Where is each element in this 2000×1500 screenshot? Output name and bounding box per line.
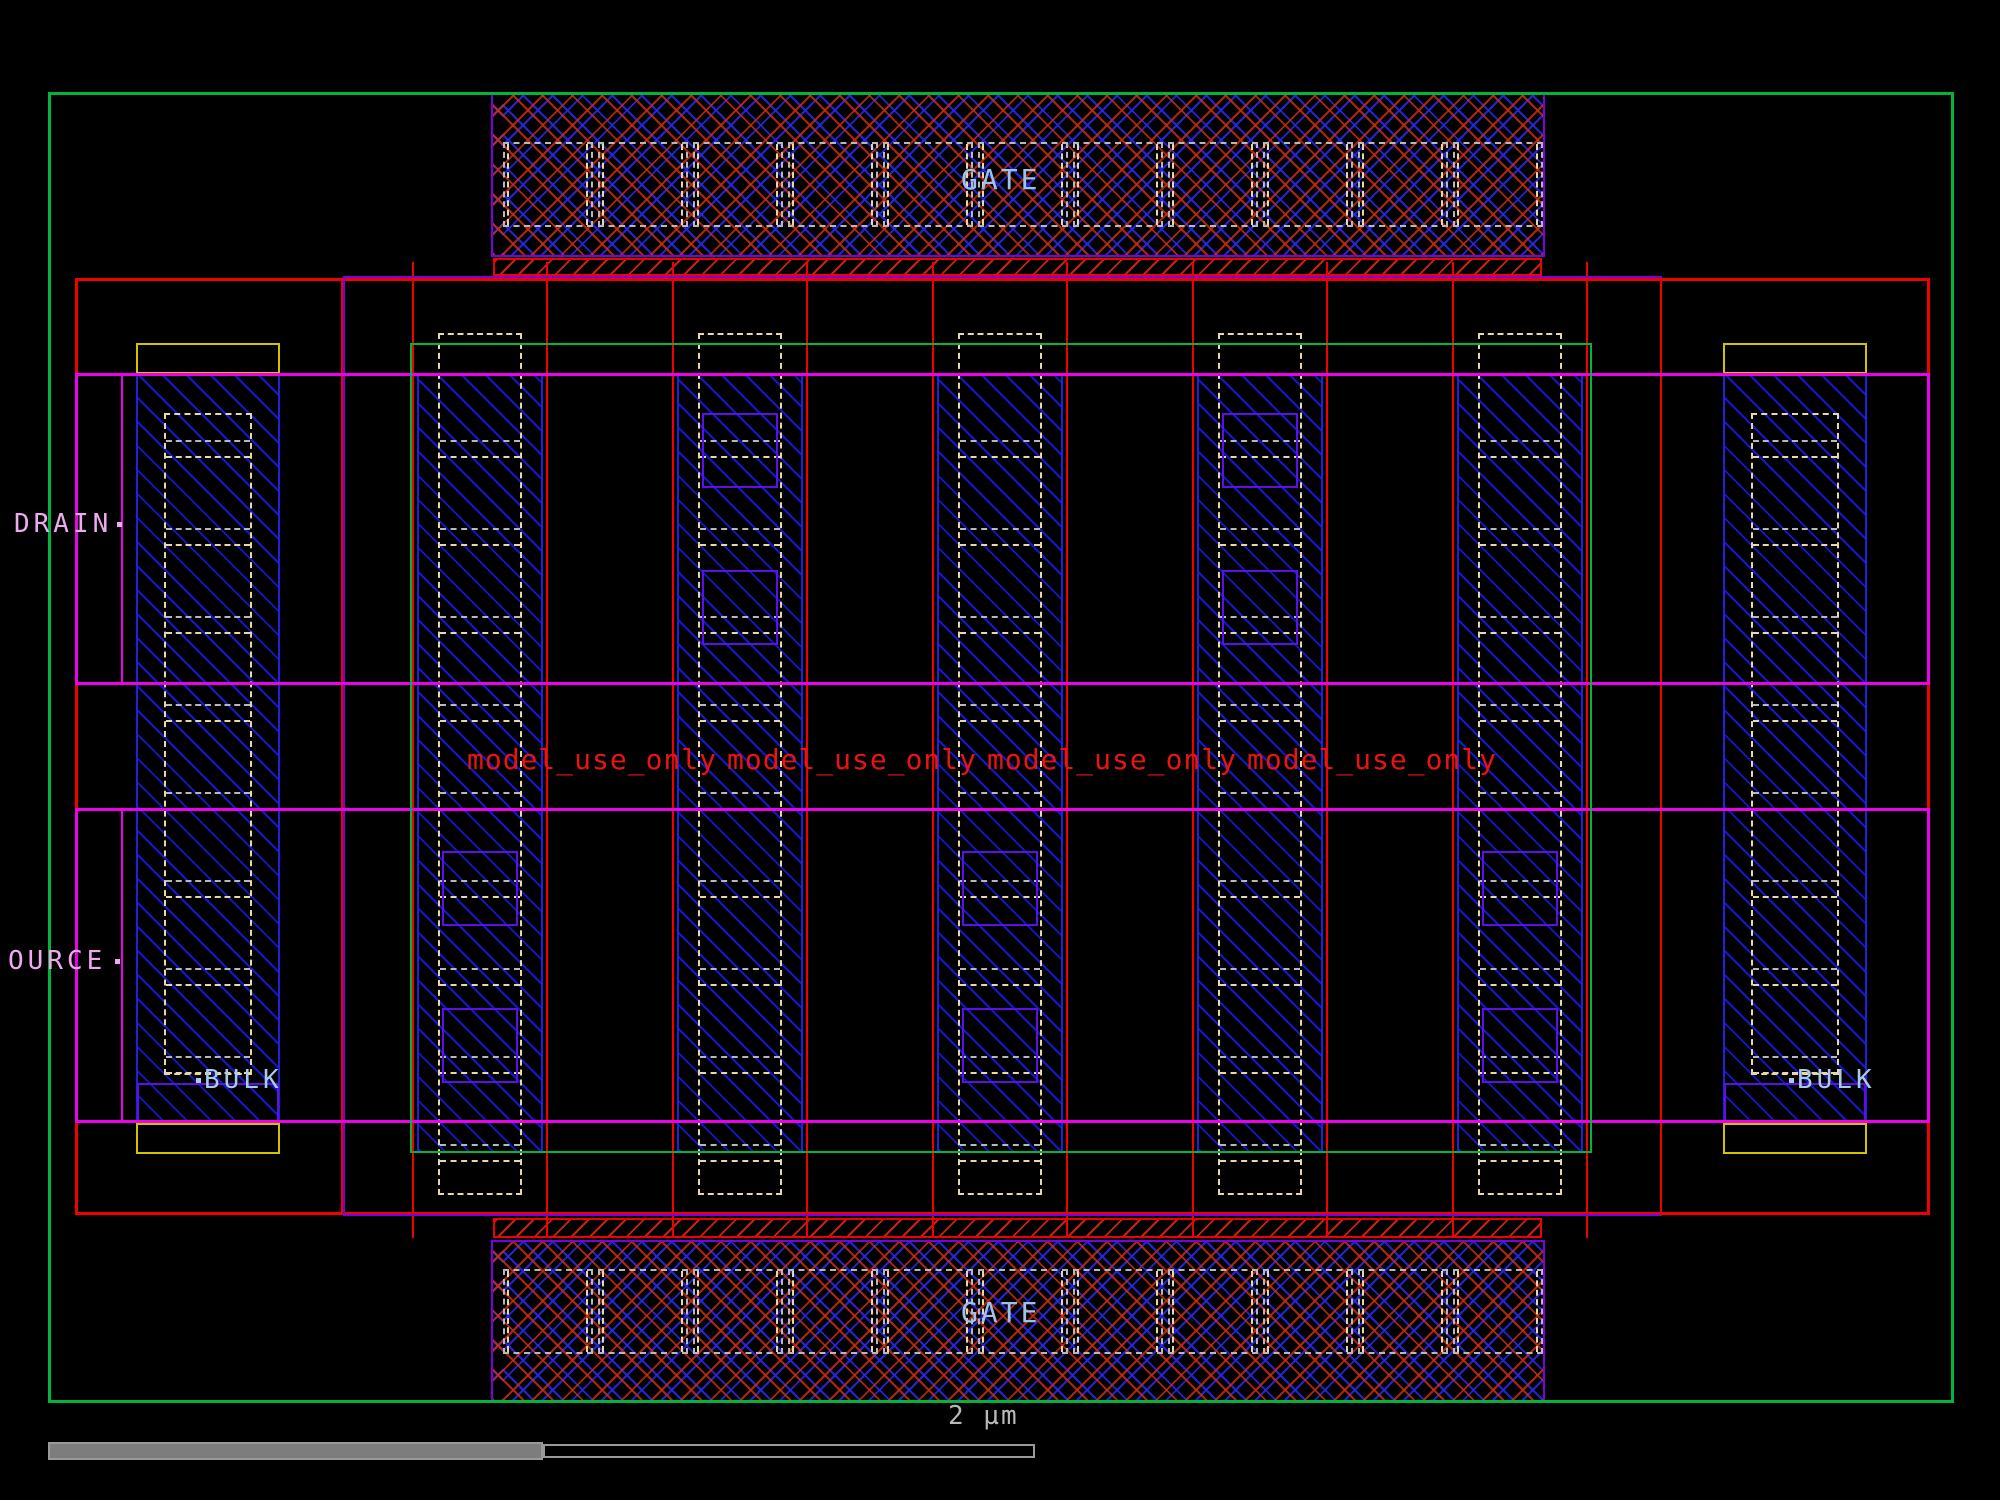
bulk-label-right: BULK bbox=[1797, 1067, 1876, 1093]
gate-label-bottom: GATE bbox=[961, 1299, 1040, 1327]
label-anchor-dot bbox=[1789, 1078, 1794, 1083]
source-label: OURCE bbox=[8, 948, 106, 974]
watermark-text: model_use_only bbox=[727, 746, 977, 774]
scale-bar-filled-segment bbox=[48, 1442, 543, 1460]
bulk-label-left: BULK bbox=[204, 1067, 283, 1093]
layout-canvas[interactable]: GATE GATE DRAIN OURCE BULK BULK 2 µm mod… bbox=[0, 0, 2000, 1500]
label-anchor-dot bbox=[196, 1078, 201, 1083]
drain-label: DRAIN bbox=[14, 511, 112, 537]
watermark-text: model_use_only bbox=[1247, 746, 1497, 774]
scale-bar-outline-segment bbox=[543, 1444, 1035, 1458]
scale-bar-label: 2 µm bbox=[948, 1403, 1019, 1429]
watermark-text: model_use_only bbox=[467, 746, 717, 774]
gate-label-top: GATE bbox=[961, 166, 1040, 194]
label-anchor-dot bbox=[115, 959, 120, 964]
label-anchor-dot bbox=[117, 522, 122, 527]
watermark-text: model_use_only bbox=[987, 746, 1237, 774]
